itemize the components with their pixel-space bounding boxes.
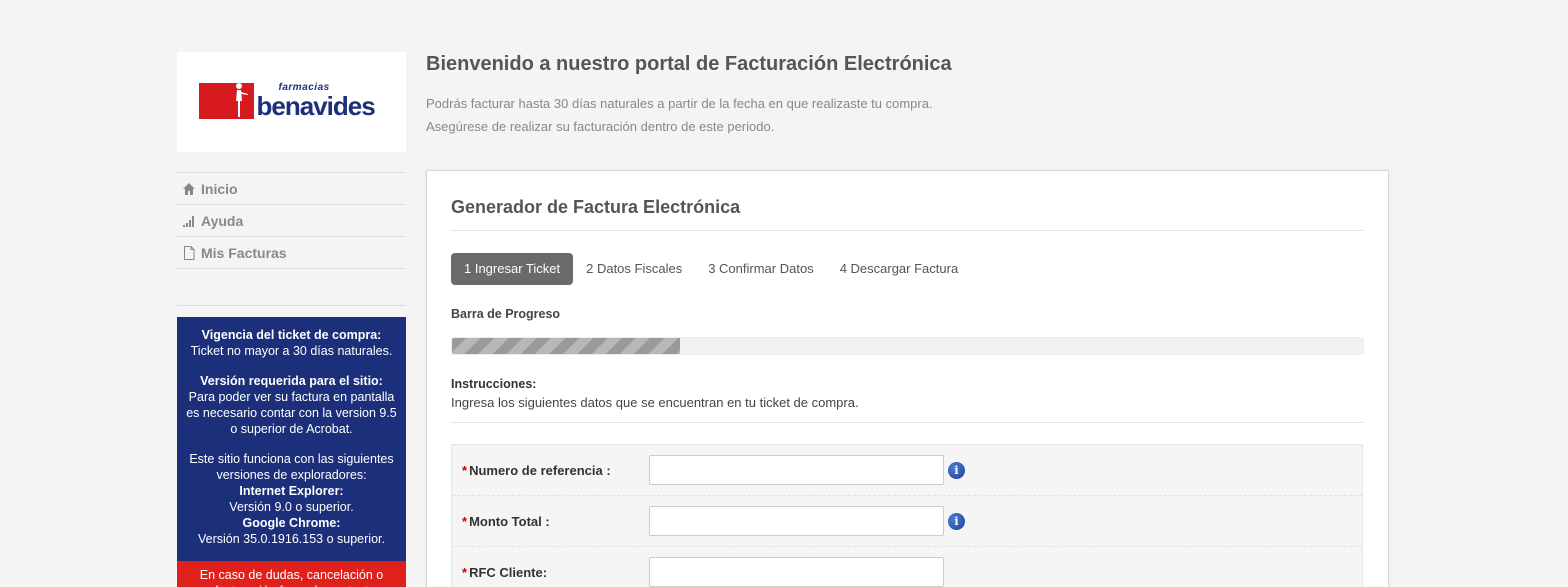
info-icon[interactable]: i xyxy=(948,512,965,530)
nav-item-inicio[interactable]: Inicio xyxy=(177,173,406,205)
document-icon xyxy=(177,245,201,260)
tab-descargar-factura[interactable]: 4 Descargar Factura xyxy=(827,253,972,285)
logo-box[interactable]: farmacias benavides xyxy=(177,52,406,152)
progress-label: Barra de Progreso xyxy=(451,307,561,321)
sidebar: farmacias benavides Inicio Ayuda Mis Fac… xyxy=(177,52,406,587)
instructions-label: Instrucciones: xyxy=(451,377,537,391)
main-content: Bienvenido a nuestro portal de Facturaci… xyxy=(426,52,1389,587)
invoice-generator-panel: Generador de Factura Electrónica 1 Ingre… xyxy=(426,170,1389,587)
rfc-input[interactable] xyxy=(649,557,944,587)
chrome-text: Versión 35.0.1916.153 o superior. xyxy=(198,532,385,546)
form-row-rfc: * RFC Cliente: xyxy=(452,547,1362,587)
nav-label: Inicio xyxy=(201,180,238,197)
wizard-steps: 1 Ingresar Ticket 2 Datos Fiscales 3 Con… xyxy=(451,253,1364,285)
required-mark: * xyxy=(462,513,468,529)
info-box: Vigencia del ticket de compra: Ticket no… xyxy=(177,317,406,561)
tab-confirmar-datos[interactable]: 3 Confirmar Datos xyxy=(695,253,826,285)
page-title: Bienvenido a nuestro portal de Facturaci… xyxy=(426,53,952,75)
required-mark: * xyxy=(462,462,468,478)
instructions-text: Ingresa los siguientes datos que se encu… xyxy=(451,395,1364,423)
form-row-referencia: * Numero de referencia : i xyxy=(452,445,1362,496)
logo-figure-icon xyxy=(235,83,248,117)
total-amount-input[interactable] xyxy=(649,506,944,536)
vigencia-text: Ticket no mayor a 30 días naturales. xyxy=(190,344,393,358)
progress-bar xyxy=(451,337,1364,355)
tab-datos-fiscales[interactable]: 2 Datos Fiscales xyxy=(573,253,695,285)
browsers-text: Este sitio funciona con las siguientes v… xyxy=(189,452,394,482)
nav-item-mis-facturas[interactable]: Mis Facturas xyxy=(177,237,406,269)
reference-number-input[interactable] xyxy=(649,455,944,485)
sidebar-divider xyxy=(177,305,406,306)
form-row-monto: * Monto Total : i xyxy=(452,496,1362,547)
ticket-form: * Numero de referencia : i * Monto Total :… xyxy=(451,444,1363,587)
intro-line-2: Asegúrese de realizar su facturación den… xyxy=(426,119,775,134)
version-text: Para poder ver su factura en pantalla es… xyxy=(186,390,397,436)
tab-ingresar-ticket[interactable]: 1 Ingresar Ticket xyxy=(451,253,574,285)
progress-fill xyxy=(452,338,680,354)
contact-notice: En caso de dudas, cancelación o refactur… xyxy=(177,561,406,587)
required-mark: * xyxy=(462,564,468,580)
version-title: Versión requerida para el sitio: xyxy=(200,374,383,388)
home-icon xyxy=(177,182,201,196)
benavides-logo: farmacias benavides xyxy=(198,82,385,122)
ie-title: Internet Explorer: xyxy=(239,484,344,498)
field-label: * Numero de referencia : xyxy=(462,462,611,478)
nav-item-ayuda[interactable]: Ayuda xyxy=(177,205,406,237)
intro-line-1: Podrás facturar hasta 30 días naturales … xyxy=(426,96,933,111)
vigencia-title: Vigencia del ticket de compra: xyxy=(201,328,382,342)
logo-big-text: benavides xyxy=(256,91,376,121)
chrome-title: Google Chrome: xyxy=(242,516,341,530)
field-label: * RFC Cliente: xyxy=(462,564,548,580)
signal-bars-icon xyxy=(177,214,201,228)
panel-title: Generador de Factura Electrónica xyxy=(451,195,1364,231)
field-label: * Monto Total : xyxy=(462,513,550,529)
sidebar-nav: Inicio Ayuda Mis Facturas xyxy=(177,172,406,269)
info-icon[interactable]: i xyxy=(948,461,965,479)
nav-label: Mis Facturas xyxy=(201,244,287,261)
intro-text: Podrás facturar hasta 30 días naturales … xyxy=(426,92,1389,138)
ie-text: Versión 9.0 o superior. xyxy=(229,500,354,514)
nav-label: Ayuda xyxy=(201,212,244,229)
